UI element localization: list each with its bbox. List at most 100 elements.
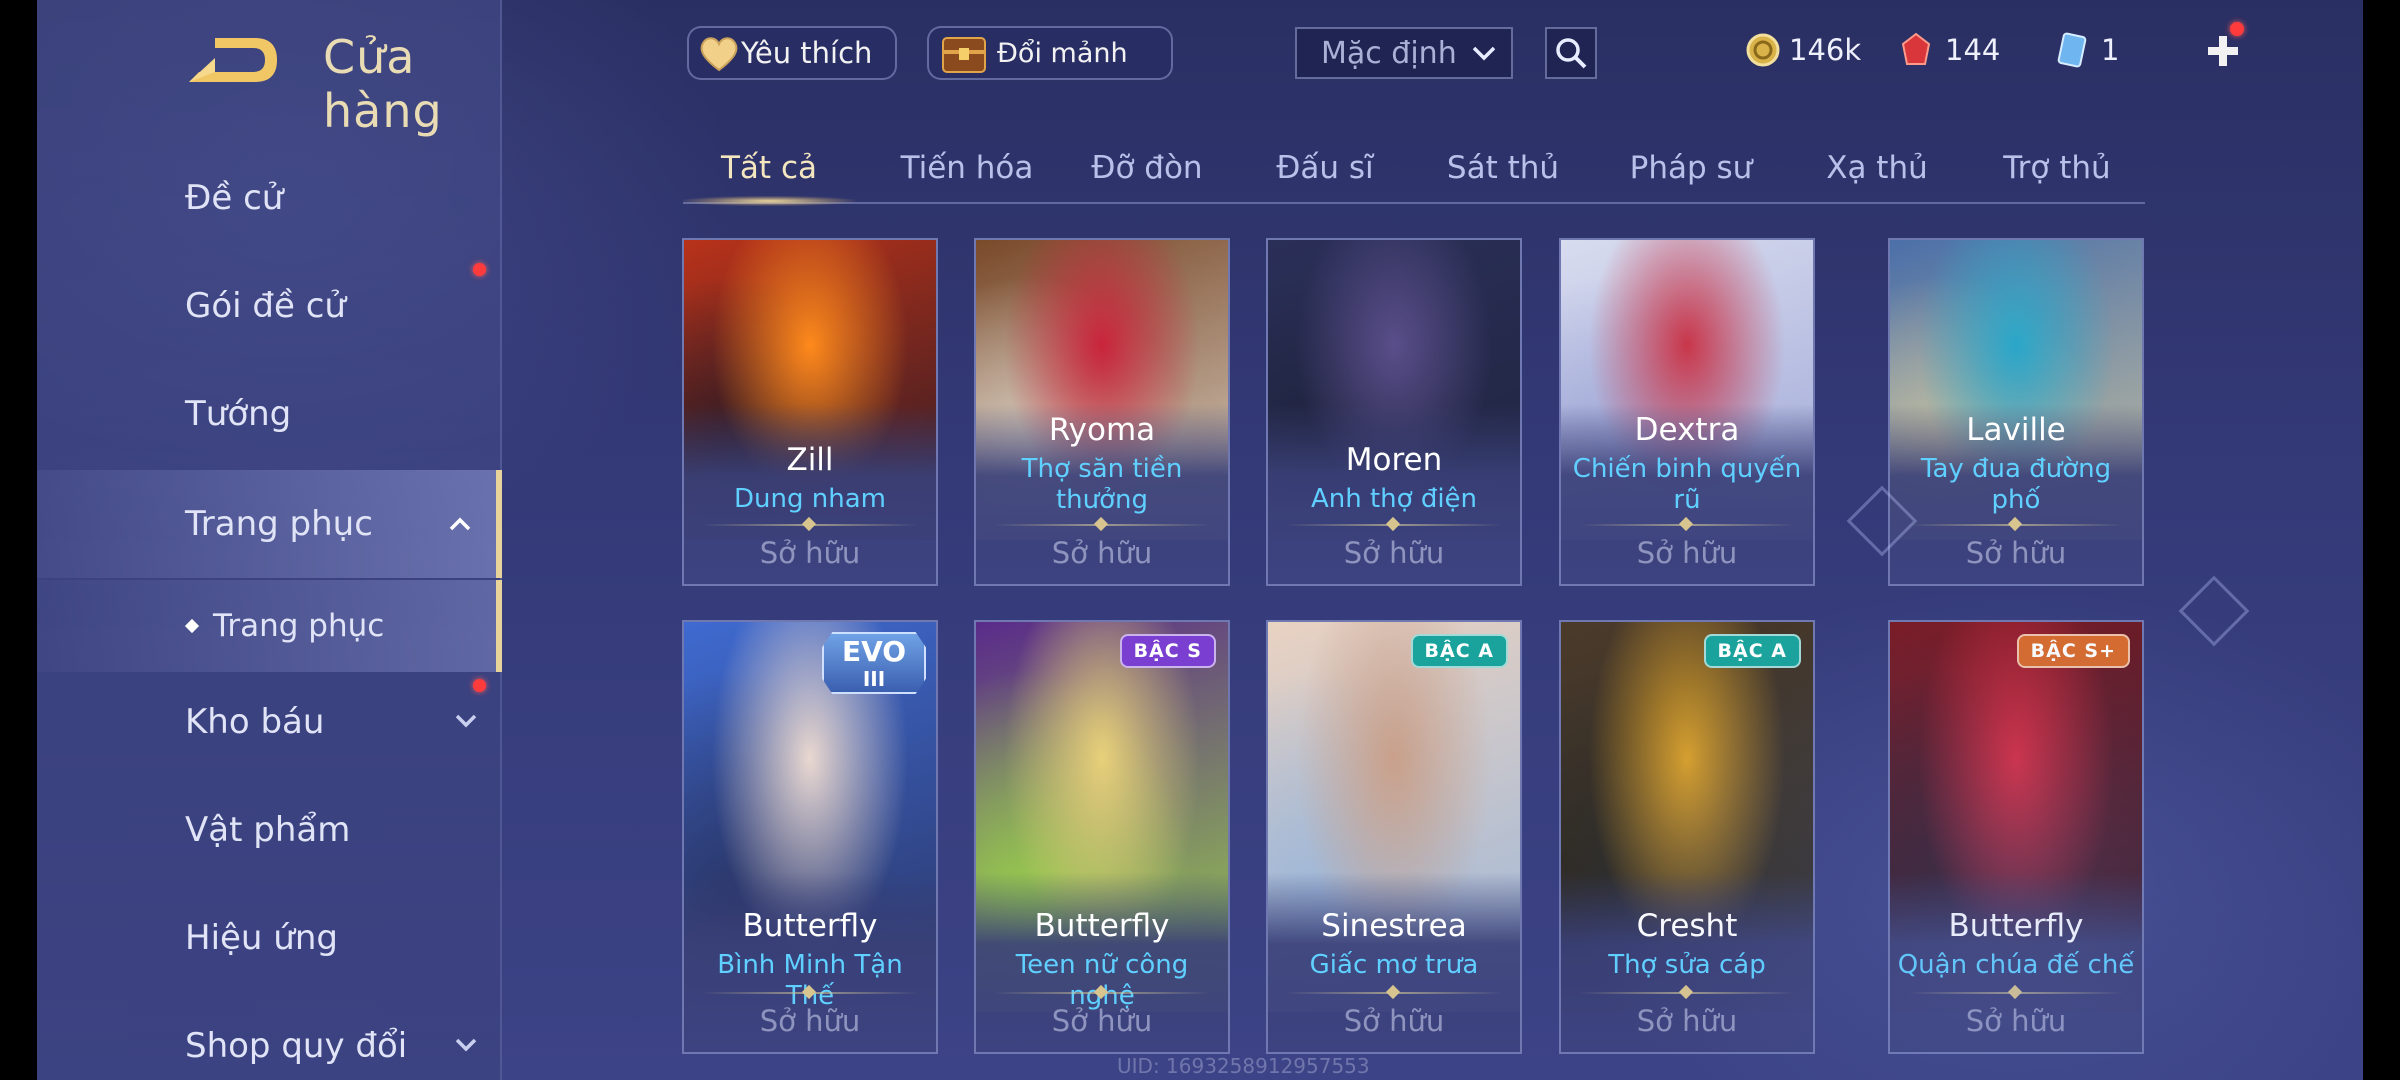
sidebar-item-skins[interactable]: Trang phục xyxy=(37,470,502,578)
search-button[interactable] xyxy=(1545,27,1597,79)
ownership-status: Sở hữu xyxy=(1965,536,2067,570)
skin-card[interactable]: Ryoma Thợ săn tiền thưởng Sở hữu xyxy=(974,238,1230,586)
hero-name: Butterfly xyxy=(1034,908,1170,944)
skin-name: Tay đua đường phố xyxy=(1920,454,2112,515)
user-id: UID: 1693258912957553 xyxy=(1117,1054,1370,1078)
skin-card[interactable]: BẬC S Butterfly Teen nữ công nghệ Sở hữu xyxy=(974,620,1230,1054)
sidebar-item-label: Trang phục xyxy=(185,504,373,544)
card-divider xyxy=(702,524,918,526)
chevron-down-icon xyxy=(455,714,477,728)
sidebar-item-treasure[interactable]: Kho báu xyxy=(37,674,502,770)
skin-name: Bình Minh Tận Thế xyxy=(717,950,903,1011)
sidebar-item-label: Trang phục xyxy=(213,608,385,644)
heart-icon xyxy=(700,37,738,72)
skin-name: Thợ săn tiền thưởng xyxy=(1021,454,1183,515)
skin-name: Giấc mơ trưa xyxy=(1309,950,1479,980)
notification-dot xyxy=(2230,22,2244,36)
skin-art xyxy=(1890,622,2142,1012)
skin-card[interactable]: Dextra Chiến binh quyến rũ Sở hữu xyxy=(1559,238,1815,586)
screen-edge-right xyxy=(2363,0,2400,1080)
gold-coin-icon xyxy=(1746,33,1780,67)
decorative-diamond xyxy=(2178,575,2250,647)
favorites-button[interactable]: Yêu thích xyxy=(687,26,897,80)
evolution-badge-label: EVO xyxy=(841,635,907,668)
skin-art xyxy=(1561,622,1813,1012)
ownership-status: Sở hữu xyxy=(759,536,861,570)
card-divider xyxy=(994,992,1210,994)
sidebar-item-heroes[interactable]: Tướng xyxy=(37,366,502,462)
gold-amount: 146k xyxy=(1789,33,1862,67)
back-arrow-icon xyxy=(189,38,277,82)
hero-name: Butterfly xyxy=(1948,908,2084,944)
tab-support[interactable]: Trợ thủ xyxy=(1967,150,2147,186)
voucher-currency: 1 xyxy=(2055,28,2119,72)
tab-evolution[interactable]: Tiến hóa xyxy=(877,150,1057,186)
red-gem-icon xyxy=(1901,32,1931,65)
ownership-status: Sở hữu xyxy=(1636,536,1738,570)
sidebar-item-label: Gói đề cử xyxy=(185,286,346,326)
hero-name: Ryoma xyxy=(1048,412,1156,448)
notification-dot xyxy=(473,263,486,276)
gold-currency: 146k xyxy=(1745,28,1861,72)
skin-name: Quận chúa đế chế xyxy=(1897,950,2135,980)
tab-all[interactable]: Tất cả xyxy=(683,150,855,186)
sidebar-item-items[interactable]: Vật phẩm xyxy=(37,782,502,878)
exchange-shards-button[interactable]: Đổi mảnh xyxy=(927,26,1173,80)
chevron-down-icon xyxy=(455,1038,477,1052)
tier-badge: BẬC S xyxy=(1119,634,1216,668)
sidebar: Cửa hàng Đề cử Gói đề cử Tướng Trang phụ… xyxy=(37,0,502,1080)
sidebar-item-label: Tướng xyxy=(185,394,292,434)
gem-currency: 144 xyxy=(1899,28,2000,72)
card-divider xyxy=(702,992,918,994)
sidebar-item-exchange-shop[interactable]: Shop quy đổi xyxy=(37,998,502,1080)
ownership-status: Sở hữu xyxy=(1343,536,1445,570)
card-divider xyxy=(1579,992,1795,994)
sidebar-item-featured-packs[interactable]: Gói đề cử xyxy=(37,258,502,354)
ownership-status: Sở hữu xyxy=(1051,1004,1153,1038)
favorites-label: Yêu thích xyxy=(741,36,873,70)
tab-assassin[interactable]: Sát thủ xyxy=(1423,150,1583,186)
skin-card[interactable]: BẬC A Sinestrea Giấc mơ trưa Sở hữu xyxy=(1266,620,1522,1054)
ownership-status: Sở hữu xyxy=(1051,536,1153,570)
sidebar-subitem-skins[interactable]: Trang phục xyxy=(37,580,502,672)
sidebar-item-effects[interactable]: Hiệu ứng xyxy=(37,890,502,986)
skin-name: Chiến binh quyến rũ xyxy=(1572,454,1802,515)
sidebar-item-featured[interactable]: Đề cử xyxy=(37,150,502,246)
card-divider xyxy=(994,524,1210,526)
notification-dot xyxy=(473,679,486,692)
ownership-status: Sở hữu xyxy=(1965,1004,2067,1038)
tab-tank[interactable]: Đỡ đòn xyxy=(1067,150,1227,186)
card-shade xyxy=(1561,872,1813,1052)
skin-card[interactable]: EVO III Butterfly Bình Minh Tận Thế Sở h… xyxy=(682,620,938,1054)
page-title: Cửa hàng xyxy=(323,30,443,138)
hero-name: Sinestrea xyxy=(1321,908,1467,944)
skin-card[interactable]: Moren Anh thợ điện Sở hữu xyxy=(1266,238,1522,586)
skin-card[interactable]: BẬC A Cresht Thợ sửa cáp Sở hữu xyxy=(1559,620,1815,1054)
hero-name: Laville xyxy=(1966,412,2066,448)
skin-name: Thợ sửa cáp xyxy=(1608,950,1766,980)
skin-name: Teen nữ công nghệ xyxy=(1015,950,1189,1011)
hero-name: Zill xyxy=(786,442,834,478)
evolution-badge-level: III xyxy=(862,667,886,691)
card-shade xyxy=(1890,872,2142,1052)
ownership-status: Sở hữu xyxy=(1636,1004,1738,1038)
skin-card[interactable]: BẬC S+ Butterfly Quận chúa đế chế Sở hữu xyxy=(1888,620,2144,1054)
skin-card[interactable]: Zill Dung nham Sở hữu xyxy=(682,238,938,586)
sort-value: Mặc định xyxy=(1321,35,1457,71)
tab-fighter[interactable]: Đấu sĩ xyxy=(1245,150,1405,186)
card-divider xyxy=(1908,992,2124,994)
back-button[interactable] xyxy=(185,32,281,88)
voucher-card-icon xyxy=(2057,32,2087,68)
card-divider xyxy=(1579,524,1795,526)
tab-mage[interactable]: Pháp sư xyxy=(1601,150,1781,186)
card-divider xyxy=(1286,992,1502,994)
hero-name: Dextra xyxy=(1634,412,1740,448)
sidebar-item-label: Shop quy đổi xyxy=(185,1026,408,1066)
tab-marksman[interactable]: Xạ thủ xyxy=(1787,150,1967,186)
hero-name: Butterfly xyxy=(742,908,878,944)
skin-card[interactable]: Laville Tay đua đường phố Sở hữu xyxy=(1888,238,2144,586)
screen-edge-left xyxy=(0,0,37,1080)
treasure-chest-icon xyxy=(942,37,986,73)
chevron-up-icon xyxy=(449,517,471,531)
sort-dropdown[interactable]: Mặc định xyxy=(1295,27,1513,79)
